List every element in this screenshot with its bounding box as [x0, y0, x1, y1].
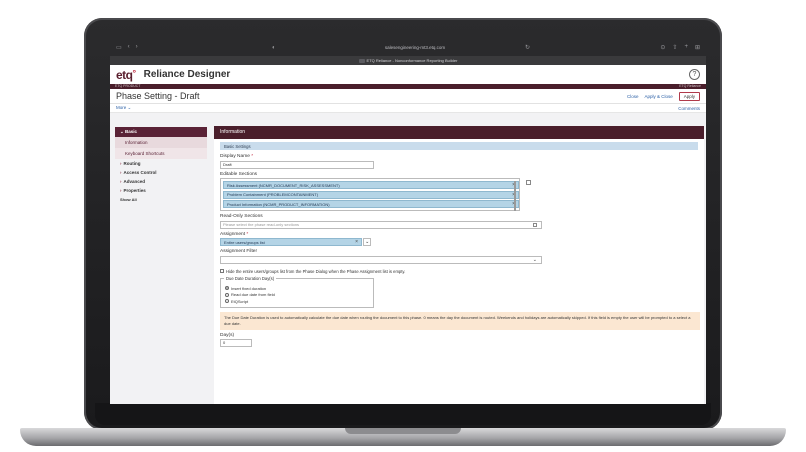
- section-chip[interactable]: Problem Containment (PROBLEMCONTAINMENT)…: [223, 190, 519, 199]
- assignment-filter-select[interactable]: ⌄: [220, 255, 542, 264]
- more-menu[interactable]: More ⌄: [116, 105, 131, 111]
- due-option-fixed[interactable]: Insert fixed duration: [225, 286, 369, 291]
- hide-users-label: Hide the entire users/groups list from t…: [226, 268, 406, 274]
- assignment-label: Assignment *: [220, 231, 249, 237]
- section-chip[interactable]: Risk Assessment (NCMR_DOCUMENT_RISK_ASSE…: [223, 181, 519, 189]
- sidebar-item-keyboard-shortcuts[interactable]: Keyboard Shortcuts: [115, 148, 207, 159]
- section-chip[interactable]: Product Information (NCMR_PRODUCT_INFORM…: [223, 200, 519, 208]
- display-name-input[interactable]: Draft: [220, 160, 374, 169]
- forward-icon[interactable]: ›: [136, 44, 138, 51]
- title-row: Phase Setting - Draft Close Apply & Clos…: [110, 89, 706, 104]
- sidebar-item-properties[interactable]: › Properties: [115, 186, 207, 195]
- sidebar-item-advanced[interactable]: › Advanced: [115, 177, 207, 186]
- product-label: ETQ PRODUCT: [115, 84, 141, 88]
- days-label: Day(s): [220, 332, 235, 338]
- editable-sections-label: Editable Sections: [220, 171, 258, 177]
- more-row: More ⌄ Comments: [110, 104, 706, 113]
- readonly-sections-label: Read-Only Sections: [220, 214, 263, 219]
- apply-button[interactable]: Apply: [678, 91, 700, 101]
- assignment-chip[interactable]: Entire users/groups list ×: [220, 238, 362, 246]
- content-area: ⌄ Basic Information Keyboard Shortcuts ›…: [110, 122, 706, 404]
- hide-users-checkbox-row[interactable]: Hide the entire users/groups list from t…: [220, 269, 698, 274]
- chevron-down-icon[interactable]: ⌄: [363, 238, 372, 246]
- due-date-legend: Due Date Duration Day(s): [224, 275, 277, 281]
- browser-tab[interactable]: ETQ Reliance - Nonconformance Reporting …: [358, 58, 458, 63]
- laptop-bezel: [95, 403, 711, 425]
- download-icon[interactable]: ⊙: [660, 44, 665, 51]
- due-option-field[interactable]: Read due date from field: [225, 292, 369, 297]
- radio-button[interactable]: [225, 286, 229, 290]
- product-name: ETQ Reliance: [679, 84, 701, 88]
- reload-icon[interactable]: ↻: [525, 44, 530, 51]
- remove-icon[interactable]: ×: [355, 239, 358, 245]
- new-tab-icon[interactable]: +: [684, 44, 688, 51]
- basic-settings-bar: Basic Settings: [220, 142, 698, 150]
- panel-header: Information: [214, 126, 704, 139]
- due-date-note: The Due Date Duration is used to automat…: [220, 311, 700, 330]
- screen: ▭ ‹ › ◐ salesengineering-mt3.etq.com ↻ ⊙…: [110, 39, 706, 404]
- sidebar: ⌄ Basic Information Keyboard Shortcuts ›…: [115, 127, 207, 204]
- radio-button[interactable]: [225, 299, 229, 303]
- sidebar-item-access-control[interactable]: › Access Control: [115, 168, 207, 177]
- sidebar-show-all[interactable]: Show All: [115, 195, 207, 204]
- apply-close-button[interactable]: Apply & Close: [644, 94, 672, 99]
- sidebar-item-information[interactable]: Information: [115, 137, 207, 148]
- sidebar-toggle-icon[interactable]: ▭: [116, 44, 122, 51]
- assignment-filter-label: Assignment Filter: [220, 249, 258, 254]
- readonly-sections-input[interactable]: Please select the phase read-only sectio…: [220, 220, 542, 229]
- close-button[interactable]: Close: [627, 94, 639, 99]
- information-panel: Information Basic Settings Display Name …: [214, 126, 704, 404]
- comments-link[interactable]: Comments: [678, 106, 700, 111]
- app-title: Reliance Designer: [143, 69, 231, 80]
- select-icon[interactable]: [526, 180, 531, 185]
- laptop-notch: [345, 428, 461, 434]
- etq-logo: etq°: [116, 67, 136, 82]
- page-title: Phase Setting - Draft: [116, 91, 200, 101]
- due-date-fieldset: Due Date Duration Day(s) Insert fixed du…: [220, 275, 374, 308]
- sidebar-item-routing[interactable]: › Routing: [115, 159, 207, 168]
- privacy-icon: ◐: [272, 44, 276, 51]
- tab-title: ETQ Reliance - Nonconformance Reporting …: [366, 58, 458, 63]
- share-icon[interactable]: ⇧: [672, 44, 677, 51]
- browser-toolbar: ▭ ‹ › ◐ salesengineering-mt3.etq.com ↻ ⊙…: [110, 39, 706, 56]
- url-bar[interactable]: salesengineering-mt3.etq.com: [340, 45, 490, 50]
- radio-button[interactable]: [225, 292, 229, 297]
- help-icon[interactable]: ?: [689, 69, 700, 80]
- editable-sections-field[interactable]: Risk Assessment (NCMR_DOCUMENT_RISK_ASSE…: [220, 178, 531, 211]
- due-option-script[interactable]: EtQScript: [225, 299, 369, 304]
- favicon-icon: [358, 58, 365, 63]
- days-input[interactable]: 0: [220, 339, 252, 347]
- select-icon[interactable]: [533, 222, 537, 227]
- display-name-label: Display Name *: [220, 154, 254, 159]
- tab-overview-icon[interactable]: ⊞: [695, 44, 700, 51]
- chevron-down-icon: ⌄: [532, 256, 537, 263]
- back-icon[interactable]: ‹: [128, 44, 130, 51]
- sidebar-section-basic[interactable]: ⌄ Basic: [115, 127, 207, 137]
- hide-users-checkbox[interactable]: [220, 269, 224, 273]
- scrollbar[interactable]: [514, 181, 516, 211]
- tab-strip: ETQ Reliance - Nonconformance Reporting …: [110, 56, 706, 65]
- app-header: etq° Reliance Designer ?: [110, 65, 706, 84]
